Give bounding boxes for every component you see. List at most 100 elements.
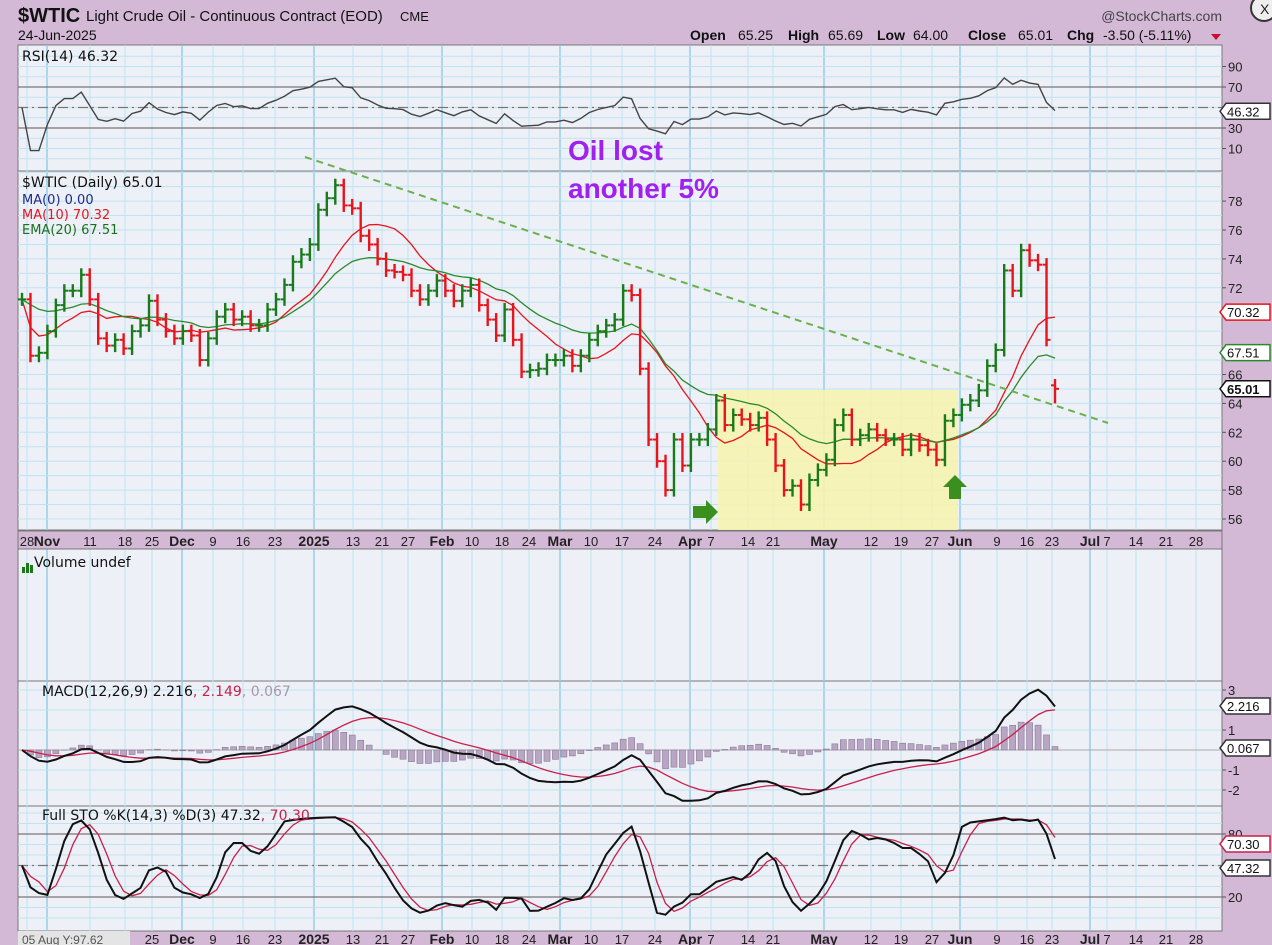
x-axis-label: 7 [1103, 932, 1110, 945]
macd-histogram-bar [128, 749, 136, 755]
x-axis-label: 7 [707, 534, 714, 549]
macd-histogram-bar [357, 739, 364, 751]
value-tag: 47.32 [1219, 859, 1271, 877]
macd-histogram-bar [873, 739, 881, 751]
x-axis-label: 9 [993, 534, 1000, 549]
macd-histogram-bar [442, 749, 449, 762]
y-axis-label: 72 [1228, 281, 1242, 296]
y-axis-label: 3 [1228, 683, 1235, 698]
x-axis-label: Feb [430, 533, 455, 549]
chart-date: 24-Jun-2025 [18, 27, 97, 43]
open-label: Open [690, 27, 726, 43]
macd-histogram-bar [315, 733, 322, 751]
macd-histogram-bar [230, 746, 237, 751]
value-tag: 70.32 [1219, 303, 1271, 321]
macd-histogram-bar [806, 749, 813, 755]
macd-histogram-bar [780, 749, 788, 753]
macd-histogram-bar [137, 749, 144, 754]
macd-histogram-bar [907, 743, 915, 751]
macd-histogram-bar [69, 747, 77, 751]
rsi-legend: RSI(14) 46.32 [22, 49, 118, 65]
x-axis-label: 16 [236, 534, 250, 549]
y-axis-label: 70 [1228, 80, 1242, 95]
close-value: 65.01 [1018, 27, 1053, 43]
x-axis-label: May [810, 931, 837, 945]
consolidation-box [718, 390, 958, 530]
macd-histogram-bar [840, 739, 847, 751]
macd-histogram-bar [679, 749, 686, 768]
macd-histogram-bar [594, 747, 602, 751]
macd-histogram-bar [713, 749, 720, 752]
y-axis-label: -1 [1228, 763, 1240, 778]
stock-chart: $WTIC Light Crude Oil - Continuous Contr… [17, 0, 1272, 945]
macd-histogram-bar [543, 749, 551, 762]
low-value: 64.00 [913, 27, 948, 43]
annotation-line-2: another 5% [568, 173, 719, 204]
x-axis-label: 21 [1159, 932, 1173, 945]
macd-histogram-bar [111, 749, 119, 755]
macd-histogram-bar [120, 749, 127, 756]
x-axis-label: 14 [741, 534, 755, 549]
macd-histogram-bar [924, 745, 932, 751]
x-axis-label: 28 [1189, 932, 1203, 945]
macd-histogram-bar [602, 744, 610, 751]
x-axis-label: Dec [169, 931, 195, 945]
x-axis-label: 19 [894, 932, 908, 945]
macd-histogram-bar [52, 749, 60, 755]
annotation-line-1: Oil lost [568, 135, 663, 166]
price-legend: $WTIC (Daily) 65.01 [22, 175, 163, 191]
macd-histogram-bar [738, 745, 746, 751]
macd-histogram-bar [865, 738, 873, 751]
macd-histogram-bar [823, 748, 830, 751]
y-axis-label: 64 [1228, 396, 1242, 411]
sto-legend: Full STO %K(14,3) %D(3) 47.32, 70.30 [42, 808, 310, 824]
macd-histogram-bar [535, 749, 542, 764]
y-axis-label: 90 [1228, 60, 1242, 75]
macd-histogram-bar [560, 749, 568, 758]
x-axis-label: 19 [894, 534, 908, 549]
symbol: $WTIC [18, 5, 80, 27]
y-axis-label: 74 [1228, 252, 1242, 267]
macd-histogram-bar [755, 743, 762, 751]
macd-histogram-bar [721, 749, 729, 751]
x-axis-label: 9 [993, 932, 1000, 945]
x-axis-label: 28 [1189, 534, 1203, 549]
macd-histogram-bar [408, 749, 415, 762]
x-axis-label: 28 [20, 534, 34, 549]
x-axis-label: 9 [209, 932, 216, 945]
y-axis-label: 58 [1228, 483, 1242, 498]
y-axis-label: 20 [1228, 890, 1242, 905]
exchange: CME [400, 9, 429, 24]
macd-histogram-bar [1034, 724, 1042, 751]
macd-histogram-bar [391, 749, 398, 758]
x-axis-label: 21 [1159, 534, 1173, 549]
x-axis-label: 23 [1045, 534, 1059, 549]
x-axis-label: 21 [766, 534, 780, 549]
x-axis-label: 21 [766, 932, 780, 945]
macd-histogram-bar [577, 749, 585, 755]
tag-text: 67.51 [1227, 346, 1260, 361]
macd-histogram-bar [188, 749, 195, 752]
value-tag: 0.067 [1219, 739, 1271, 757]
y-axis-label: 10 [1228, 142, 1242, 157]
tag-text: 0.067 [1227, 741, 1260, 756]
macd-histogram-bar [365, 744, 373, 751]
macd-histogram-bar [636, 743, 644, 751]
x-axis-label: 27 [925, 534, 939, 549]
x-axis-label: May [810, 533, 837, 549]
macd-histogram-bar [696, 749, 703, 762]
ma10-legend: MA(10) 70.32 [22, 208, 110, 223]
x-axis-label: 14 [1129, 534, 1143, 549]
x-axis-label: 23 [268, 932, 282, 945]
x-axis-label: 24 [522, 534, 536, 549]
close-button[interactable]: X [1250, 0, 1272, 22]
x-axis-label: 17 [615, 932, 629, 945]
tag-text: 70.30 [1227, 837, 1260, 852]
open-value: 65.25 [738, 27, 773, 43]
x-axis-label: Jul [1080, 931, 1100, 945]
x-axis-label: 16 [236, 932, 250, 945]
x-axis-label: Dec [169, 533, 195, 549]
macd-histogram-bar [890, 741, 898, 751]
x-axis-label: 10 [465, 932, 479, 945]
ema20-legend: EMA(20) 67.51 [22, 223, 118, 238]
